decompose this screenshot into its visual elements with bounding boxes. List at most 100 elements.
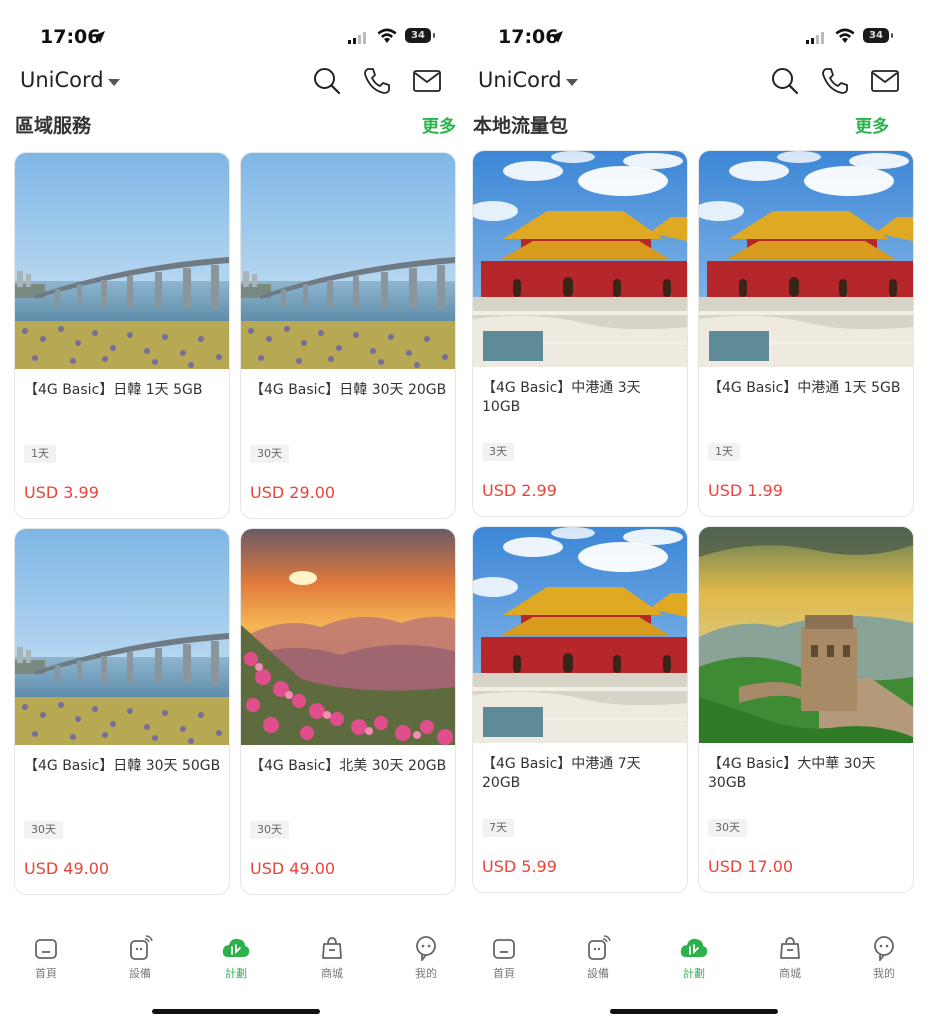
product-image bbox=[473, 527, 687, 743]
product-price: USD 2.99 bbox=[482, 481, 557, 500]
app-header: UniCord bbox=[458, 64, 916, 104]
wifi-icon bbox=[377, 28, 397, 43]
duration-tag: 1天 bbox=[24, 445, 56, 463]
product-image bbox=[15, 153, 229, 369]
product-card[interactable]: 【4G Basic】大中華 30天 30GB 30天 USD 17.00 bbox=[698, 526, 914, 893]
duration-tag: 30天 bbox=[24, 821, 63, 839]
product-image bbox=[241, 529, 455, 745]
location-arrow-icon bbox=[93, 31, 105, 43]
app-header: UniCord bbox=[0, 64, 458, 104]
product-name: 【4G Basic】中港通 7天 20GB bbox=[482, 756, 641, 791]
tab-profile[interactable]: 我的 bbox=[854, 935, 914, 981]
product-card[interactable]: 【4G Basic】北美 30天 20GB 30天 USD 49.00 bbox=[240, 528, 456, 895]
location-arrow-icon bbox=[551, 31, 563, 43]
tab-label: 商城 bbox=[321, 967, 343, 980]
tab-label: 首頁 bbox=[35, 967, 57, 980]
chevron-down-icon[interactable] bbox=[108, 79, 120, 86]
tab-label: 設備 bbox=[129, 967, 151, 980]
product-name: 【4G Basic】日韓 30天 50GB bbox=[24, 758, 221, 774]
home-icon bbox=[35, 939, 57, 959]
search-icon[interactable] bbox=[770, 66, 800, 96]
shop-icon bbox=[780, 937, 800, 959]
product-name: 【4G Basic】中港通 1天 5GB bbox=[708, 380, 901, 396]
product-price: USD 3.99 bbox=[24, 483, 99, 502]
tab-shop[interactable]: 商城 bbox=[302, 935, 362, 981]
section-title: 本地流量包 bbox=[473, 115, 569, 137]
tab-label: 我的 bbox=[415, 967, 437, 980]
right-screen: 17:06 34 UniCord 本地流量包 更多 【4G Basic】中港通 … bbox=[458, 0, 916, 1024]
wifi-icon bbox=[835, 28, 855, 43]
profile-icon bbox=[874, 936, 894, 961]
product-image bbox=[241, 153, 455, 369]
status-bar: 17:06 34 bbox=[458, 24, 916, 54]
tab-profile[interactable]: 我的 bbox=[396, 935, 456, 981]
product-image bbox=[15, 529, 229, 745]
product-image bbox=[473, 151, 687, 367]
chevron-down-icon[interactable] bbox=[566, 79, 578, 86]
home-indicator[interactable] bbox=[610, 1009, 778, 1014]
duration-tag: 30天 bbox=[708, 819, 747, 837]
product-image bbox=[699, 151, 913, 367]
tab-home[interactable]: 首頁 bbox=[16, 935, 76, 981]
cellular-signal-icon bbox=[806, 32, 824, 44]
tab-shop[interactable]: 商城 bbox=[760, 935, 820, 981]
product-name: 【4G Basic】北美 30天 20GB bbox=[250, 758, 447, 774]
tab-label: 設備 bbox=[587, 967, 609, 980]
brand-selector[interactable]: UniCord bbox=[20, 68, 104, 92]
duration-tag: 30天 bbox=[250, 821, 289, 839]
product-price: USD 1.99 bbox=[708, 481, 783, 500]
battery-indicator: 34 bbox=[405, 28, 435, 43]
tab-device[interactable]: 設備 bbox=[110, 935, 170, 981]
cellular-signal-icon bbox=[348, 32, 366, 44]
product-card[interactable]: 【4G Basic】中港通 3天 10GB 3天 USD 2.99 bbox=[472, 150, 688, 517]
profile-icon bbox=[416, 936, 436, 961]
product-card[interactable]: 【4G Basic】中港通 1天 5GB 1天 USD 1.99 bbox=[698, 150, 914, 517]
product-name: 【4G Basic】日韓 1天 5GB bbox=[24, 382, 203, 398]
product-image bbox=[699, 527, 913, 743]
device-icon bbox=[130, 935, 153, 960]
status-bar: 17:06 34 bbox=[0, 24, 458, 54]
product-price: USD 49.00 bbox=[24, 859, 110, 878]
tab-home[interactable]: 首頁 bbox=[474, 935, 534, 981]
tab-label: 首頁 bbox=[493, 967, 515, 980]
tab-plan[interactable]: 計劃 bbox=[664, 935, 724, 981]
product-name: 【4G Basic】日韓 30天 20GB bbox=[250, 382, 447, 398]
tab-label: 計劃 bbox=[225, 967, 247, 980]
shop-icon bbox=[322, 937, 342, 959]
product-price: USD 29.00 bbox=[250, 483, 336, 502]
section-more-link[interactable]: 更多 bbox=[855, 112, 889, 137]
product-card[interactable]: 【4G Basic】中港通 7天 20GB 7天 USD 5.99 bbox=[472, 526, 688, 893]
mail-icon[interactable] bbox=[870, 66, 900, 96]
tab-label: 我的 bbox=[873, 967, 895, 980]
home-indicator[interactable] bbox=[152, 1009, 320, 1014]
device-icon bbox=[588, 935, 611, 960]
product-card[interactable]: 【4G Basic】日韓 30天 20GB 30天 USD 29.00 bbox=[240, 152, 456, 519]
home-icon bbox=[493, 939, 515, 959]
duration-tag: 30天 bbox=[250, 445, 289, 463]
tab-label: 計劃 bbox=[683, 967, 705, 980]
plan-icon bbox=[680, 938, 708, 957]
tab-plan[interactable]: 計劃 bbox=[206, 935, 266, 981]
duration-tag: 1天 bbox=[708, 443, 740, 461]
product-name: 【4G Basic】大中華 30天 30GB bbox=[708, 756, 876, 791]
brand-selector[interactable]: UniCord bbox=[478, 68, 562, 92]
product-name: 【4G Basic】中港通 3天 10GB bbox=[482, 380, 641, 415]
tab-device[interactable]: 設備 bbox=[568, 935, 628, 981]
plan-icon bbox=[222, 938, 250, 957]
product-card[interactable]: 【4G Basic】日韓 1天 5GB 1天 USD 3.99 bbox=[14, 152, 230, 519]
bottom-tab-bar: 首頁 設備 計劃 商城 我的 bbox=[0, 935, 458, 995]
duration-tag: 3天 bbox=[482, 443, 514, 461]
battery-indicator: 34 bbox=[863, 28, 893, 43]
mail-icon[interactable] bbox=[412, 66, 442, 96]
product-price: USD 5.99 bbox=[482, 857, 557, 876]
search-icon[interactable] bbox=[312, 66, 342, 96]
battery-level: 34 bbox=[869, 30, 883, 41]
product-card[interactable]: 【4G Basic】日韓 30天 50GB 30天 USD 49.00 bbox=[14, 528, 230, 895]
phone-icon[interactable] bbox=[820, 66, 850, 96]
battery-level: 34 bbox=[411, 30, 425, 41]
bottom-tab-bar: 首頁 設備 計劃 商城 我的 bbox=[458, 935, 916, 995]
phone-icon[interactable] bbox=[362, 66, 392, 96]
section-title: 區域服務 bbox=[15, 115, 92, 137]
duration-tag: 7天 bbox=[482, 819, 514, 837]
section-more-link[interactable]: 更多 bbox=[422, 112, 456, 137]
